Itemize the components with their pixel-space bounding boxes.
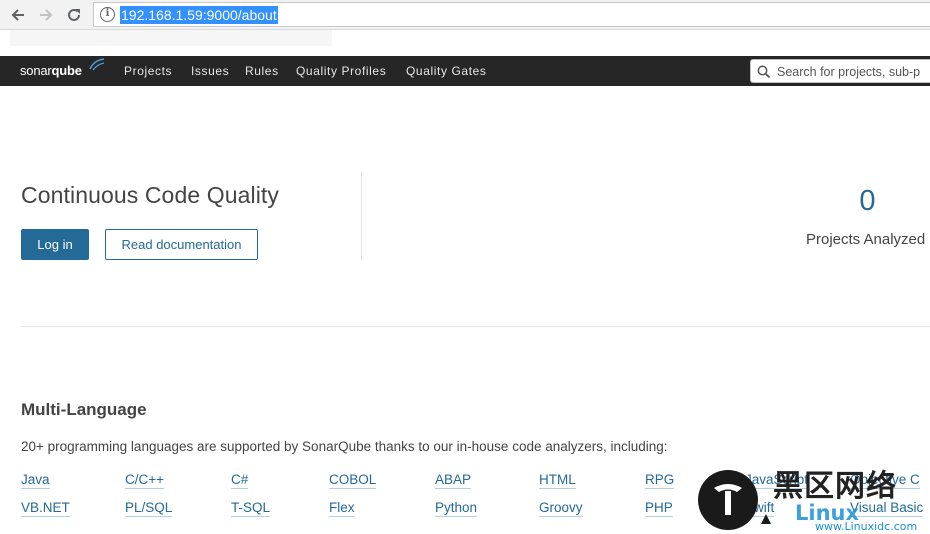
nav-issues[interactable]: Issues <box>191 63 229 79</box>
projects-analyzed-count[interactable]: 0 <box>845 183 890 219</box>
language-link[interactable]: RPG <box>645 471 675 489</box>
language-link[interactable]: C/C++ <box>125 471 165 489</box>
language-link[interactable]: COBOL <box>329 471 377 489</box>
sonar-waves-icon <box>89 58 105 71</box>
search-placeholder: Search for projects, sub-p <box>777 65 921 79</box>
multi-language-description: 20+ programming languages are supported … <box>21 439 668 454</box>
forward-arrow-icon <box>40 9 53 21</box>
bookmarks-strip <box>0 30 930 55</box>
browser-toolbar: i 192.168.1.59:9000/about <box>0 0 930 30</box>
nav-rules[interactable]: Rules <box>245 63 279 79</box>
language-link[interactable]: PL/SQL <box>125 499 173 517</box>
language-link[interactable]: VB.NET <box>21 499 70 517</box>
nav-projects[interactable]: Projects <box>124 63 172 79</box>
sonarqube-logo[interactable]: sonarqube <box>20 58 105 82</box>
forward-button[interactable] <box>35 4 57 26</box>
language-link[interactable]: Flex <box>329 499 355 517</box>
language-link[interactable]: HTML <box>539 471 576 489</box>
reload-button[interactable] <box>63 4 85 26</box>
address-bar[interactable]: i 192.168.1.59:9000/about <box>93 2 930 27</box>
info-icon[interactable]: i <box>100 7 115 22</box>
url-text[interactable]: 192.168.1.59:9000/about <box>120 6 278 24</box>
language-link[interactable]: PHP <box>645 499 673 517</box>
back-button[interactable] <box>7 4 29 26</box>
language-link[interactable]: C# <box>231 471 249 489</box>
language-link[interactable]: T-SQL <box>231 499 271 517</box>
search-input[interactable]: Search for projects, sub-p <box>750 59 930 83</box>
language-link[interactable]: Python <box>435 499 478 517</box>
page-title: Continuous Code Quality <box>21 182 280 208</box>
language-link[interactable]: Java <box>21 471 50 489</box>
multi-language-title: Multi-Language <box>21 400 147 419</box>
search-icon <box>757 65 771 79</box>
language-link[interactable]: ABAP <box>435 471 472 489</box>
reload-icon <box>68 8 80 21</box>
nav-quality-gates[interactable]: Quality Gates <box>406 63 487 79</box>
read-documentation-button[interactable]: Read documentation <box>105 229 258 260</box>
bookmarks-placeholder <box>10 30 332 46</box>
language-link[interactable]: Groovy <box>539 499 583 517</box>
section-divider <box>21 326 930 327</box>
svg-text:www.Linuxidc.com: www.Linuxidc.com <box>815 520 917 533</box>
logo-text-bold: qube <box>51 63 82 78</box>
back-arrow-icon <box>11 9 24 21</box>
projects-analyzed-label: Projects Analyzed <box>806 231 926 248</box>
linuxidc-watermark: 黑区网络 Linux www.Linuxidc.com <box>698 469 917 533</box>
nav-quality-profiles[interactable]: Quality Profiles <box>296 63 386 79</box>
logo-text-light: sonar <box>20 63 52 78</box>
login-button[interactable]: Log in <box>21 229 89 260</box>
vertical-divider <box>361 172 362 260</box>
svg-text:黑区网络: 黑区网络 <box>773 469 897 504</box>
